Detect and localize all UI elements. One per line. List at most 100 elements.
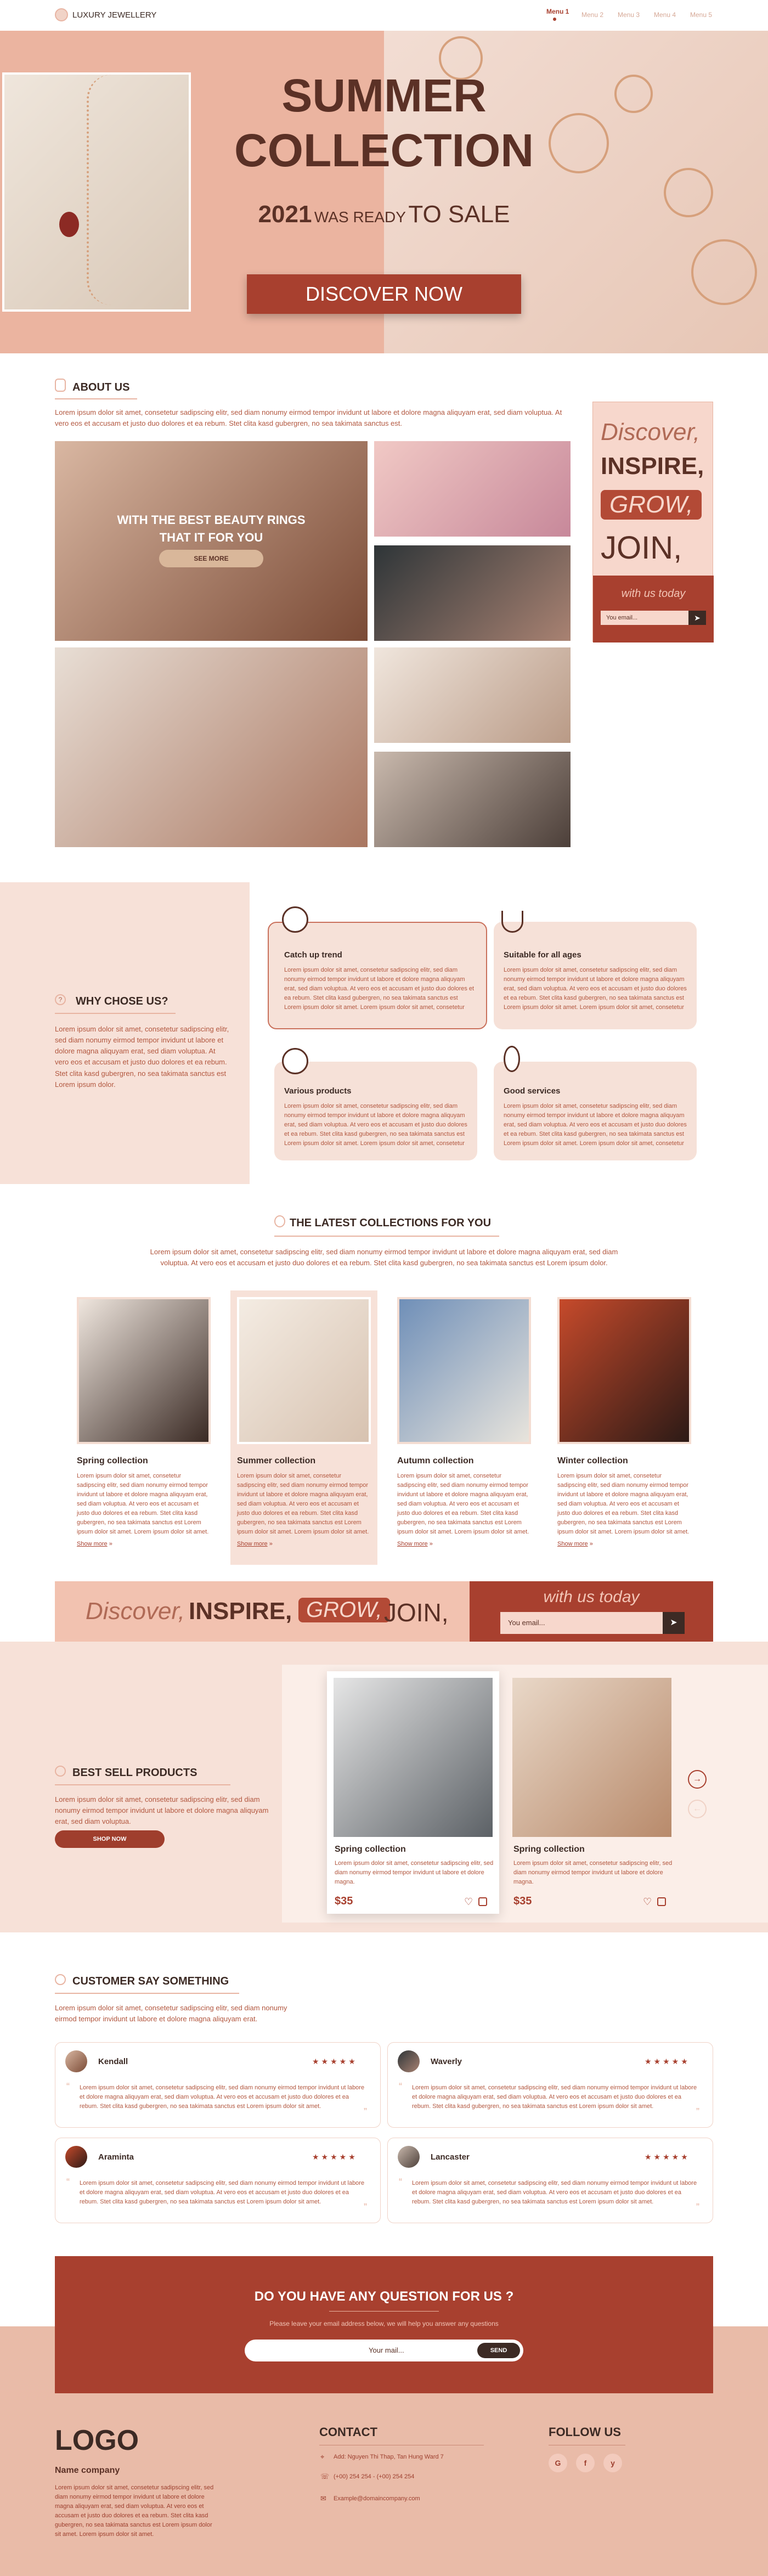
arrow-right-icon: » — [269, 1541, 273, 1547]
youtube-icon[interactable]: y — [603, 2454, 622, 2472]
product-title: Spring collection — [513, 1845, 585, 1854]
customers-text: Lorem ipsum dolor sit amet, consetetur s… — [55, 2004, 287, 2023]
about-divider — [55, 398, 137, 399]
reviewer-name: Waverly — [431, 2057, 462, 2066]
best-divider — [55, 1784, 230, 1785]
collection-image — [237, 1297, 371, 1444]
collection-text: Lorem ipsum dolor sit amet, consetetur s… — [77, 1473, 209, 1536]
collection-title: Autumn collection — [397, 1456, 474, 1465]
avatar — [398, 2050, 420, 2072]
gold-chain — [87, 75, 136, 305]
collection-image — [397, 1297, 531, 1444]
add-to-cart-icon[interactable] — [657, 1897, 666, 1906]
about-image-rings — [374, 647, 571, 743]
about-image-necklace — [374, 545, 571, 641]
join-card-discover: Discover, — [601, 419, 700, 446]
question-text: Please leave your email address below, w… — [269, 2320, 499, 2327]
quote-open-icon: “ — [66, 2177, 70, 2188]
join-card-email-input[interactable]: You email... — [601, 611, 688, 625]
see-more-button[interactable]: SEE MORE — [159, 550, 263, 567]
nav-item-menu-4[interactable]: Menu 4 — [654, 11, 676, 19]
nav-item-menu-1[interactable]: Menu 1 — [546, 8, 569, 15]
rings-icon — [282, 1048, 308, 1074]
footer-company-text: Lorem ipsum dolor sit amet, consetetur s… — [55, 2484, 214, 2538]
show-more-label: Show more — [397, 1541, 428, 1547]
why-card-text: Lorem ipsum dolor sit amet, consetetur s… — [284, 1103, 467, 1147]
nav-item-menu-3[interactable]: Menu 3 — [618, 11, 640, 19]
collection-title: Summer collection — [237, 1456, 316, 1465]
location-icon: ⌖ — [320, 2453, 325, 2461]
discover-now-button[interactable]: DISCOVER NOW — [247, 274, 521, 314]
footer-company: Name company — [55, 2466, 120, 2475]
nav-item-menu-2[interactable]: Menu 2 — [581, 11, 603, 19]
show-more-label: Show more — [557, 1541, 588, 1547]
rating-stars: ★★★★★ — [312, 2057, 358, 2066]
contact-address: Add: Nguyen Thi Thap, Tan Hung Ward 7 — [334, 2454, 444, 2460]
send-button[interactable]: SEND — [477, 2343, 520, 2358]
banner-panel: with us today You email... ➤ — [470, 1581, 713, 1642]
mail-icon: ✉ — [320, 2494, 326, 2502]
footer-logo[interactable]: LOGO — [55, 2424, 139, 2457]
carousel-next-icon[interactable]: → — [688, 1770, 707, 1789]
about-image-pink-ring — [374, 441, 571, 537]
avatar — [65, 2050, 87, 2072]
hero-to-sale: TO SALE — [408, 201, 510, 228]
latest-divider — [274, 1236, 499, 1237]
banner-grow: GROW, — [298, 1598, 390, 1622]
product-price: $35 — [335, 1895, 353, 1907]
quote-open-icon: “ — [399, 2081, 402, 2092]
ring-decor — [614, 75, 653, 113]
show-more-link[interactable]: Show more » — [397, 1541, 433, 1547]
best-text: Lorem ipsum dolor sit amet, consetetur s… — [55, 1795, 269, 1826]
review-text: Lorem ipsum dolor sit amet, consetetur s… — [412, 2084, 697, 2110]
phone-icon: ☏ — [320, 2472, 330, 2481]
reviewer-name: Araminta — [98, 2152, 134, 2162]
carousel-prev-icon[interactable]: ← — [688, 1800, 707, 1818]
heart-icon[interactable]: ♡ — [464, 1896, 473, 1908]
why-card-text: Lorem ipsum dolor sit amet, consetetur s… — [504, 967, 687, 1011]
question-box: DO YOU HAVE ANY QUESTION FOR US ? Please… — [55, 2256, 713, 2393]
latest-heading: THE LATEST COLLECTIONS FOR YOU — [290, 1217, 492, 1229]
hero-title-line2: COLLECTION — [234, 125, 534, 176]
shop-now-button[interactable]: SHOP NOW — [55, 1830, 165, 1848]
hero-year: 2021 — [258, 201, 312, 228]
collection-text: Lorem ipsum dolor sit amet, consetetur s… — [237, 1473, 369, 1536]
show-more-link[interactable]: Show more » — [77, 1541, 112, 1547]
contact-email[interactable]: Example@domaincompany.com — [334, 2495, 420, 2502]
facebook-icon[interactable]: f — [576, 2454, 595, 2472]
avatar — [398, 2146, 420, 2168]
ring-decor — [664, 168, 713, 217]
brand-name[interactable]: LUXURY JEWELLERY — [72, 10, 156, 20]
show-more-link[interactable]: Show more » — [237, 1541, 273, 1547]
banner-discover: Discover, — [86, 1598, 185, 1625]
hero-subtitle: 2021 WAS READY TO SALE — [192, 201, 576, 228]
rating-stars: ★★★★★ — [645, 2057, 690, 2066]
review-text: Lorem ipsum dolor sit amet, consetetur s… — [412, 2180, 697, 2206]
google-icon[interactable]: G — [549, 2454, 567, 2472]
banner-email-input[interactable]: You email... — [500, 1612, 663, 1634]
why-card-title: Various products — [284, 1086, 352, 1096]
join-card-send-icon[interactable]: ➤ — [688, 611, 706, 625]
arrow-right-icon: » — [429, 1541, 433, 1547]
reviewer-name: Kendall — [98, 2057, 128, 2066]
why-heading: WHY CHOSE US? — [76, 995, 168, 1007]
quote-open-icon: “ — [399, 2177, 402, 2188]
collection-card-summer: Summer collection Lorem ipsum dolor sit … — [230, 1290, 377, 1565]
product-text: Lorem ipsum dolor sit amet, consetetur s… — [335, 1860, 494, 1886]
show-more-label: Show more — [77, 1541, 108, 1547]
collection-image — [557, 1297, 691, 1444]
question-divider — [329, 2311, 439, 2312]
rating-stars: ★★★★★ — [312, 2152, 358, 2161]
nav-item-menu-5[interactable]: Menu 5 — [690, 11, 712, 19]
follow-heading: FOLLOW US — [549, 2425, 621, 2439]
show-more-link[interactable]: Show more » — [557, 1541, 593, 1547]
heart-icon[interactable]: ♡ — [643, 1896, 652, 1908]
contact-phone: (+00) 254 254 - (+00) 254 254 — [334, 2473, 415, 2480]
best-icon — [55, 1766, 66, 1777]
banner-send-icon[interactable]: ➤ — [663, 1612, 685, 1634]
pendant-icon — [504, 1046, 520, 1072]
customers-divider — [55, 1993, 239, 1994]
about-heading: ABOUT US — [72, 381, 130, 393]
add-to-cart-icon[interactable] — [478, 1897, 487, 1906]
why-card-title: Suitable for all ages — [504, 950, 581, 960]
